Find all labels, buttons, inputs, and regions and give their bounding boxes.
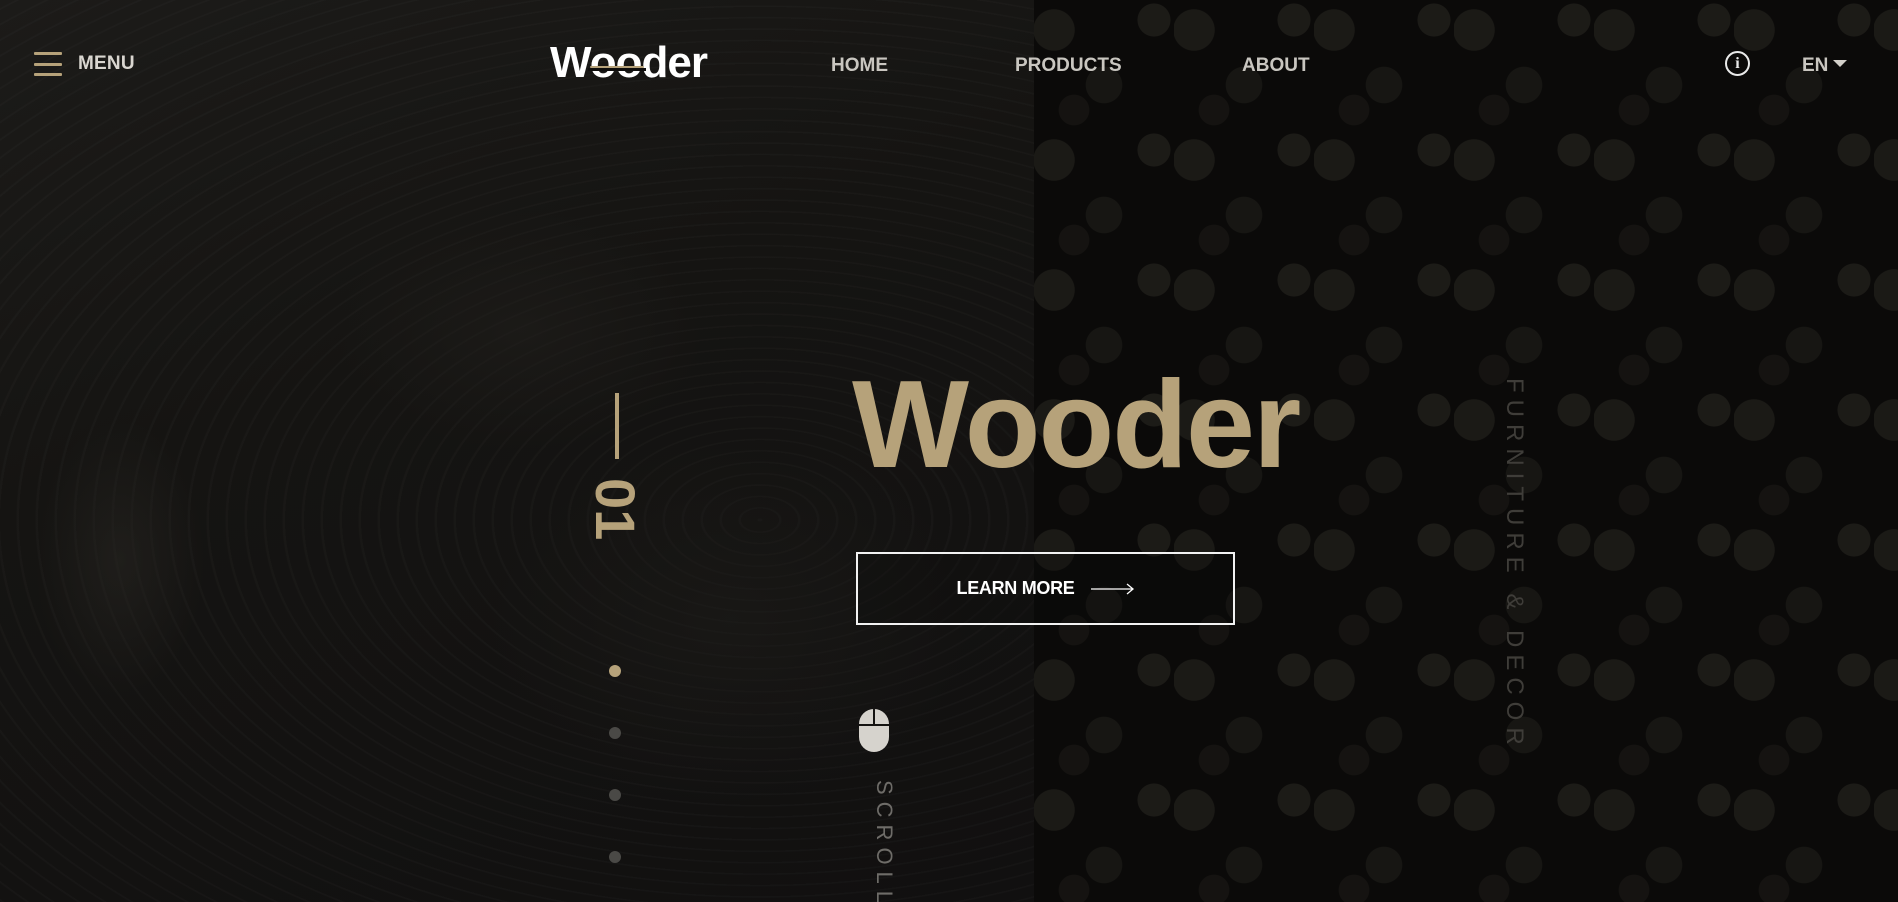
- slide-dot-2[interactable]: [609, 727, 621, 739]
- scroll-label[interactable]: SCROLL: [867, 780, 897, 902]
- hamburger-icon: [34, 50, 62, 78]
- arrow-right-icon: [1090, 583, 1134, 594]
- side-tagline: FURNITURE & DECOR: [1501, 378, 1528, 752]
- slide-number: 01: [584, 478, 647, 541]
- slide-indicator-line: [615, 393, 619, 459]
- learn-more-button[interactable]: LEARN MORE: [856, 552, 1235, 625]
- info-icon-glyph: i: [1735, 54, 1740, 72]
- menu-label: MENU: [78, 53, 135, 74]
- logo-underline-mark: [588, 66, 646, 71]
- language-selector[interactable]: EN: [1802, 53, 1848, 79]
- slide-dot-4[interactable]: [609, 851, 621, 863]
- logo[interactable]: Wooder: [550, 38, 708, 88]
- nav-home[interactable]: HOME: [831, 53, 888, 79]
- hero-title: Wooder: [852, 356, 1301, 494]
- nav-about[interactable]: ABOUT: [1242, 53, 1310, 79]
- slide-dot-3[interactable]: [609, 789, 621, 801]
- slide-dot-1[interactable]: [609, 665, 621, 677]
- mouse-icon: [859, 709, 889, 752]
- hero-section: MENU Wooder HOME PRODUCTS ABOUT i EN 01 …: [0, 0, 1898, 902]
- caret-down-icon: [1833, 59, 1848, 67]
- learn-more-label: LEARN MORE: [956, 578, 1075, 598]
- logo-text: Wooder: [550, 38, 708, 87]
- menu-button[interactable]: MENU: [34, 48, 135, 80]
- nav-products[interactable]: PRODUCTS: [1015, 53, 1122, 79]
- info-icon[interactable]: i: [1725, 51, 1750, 76]
- language-label: EN: [1802, 55, 1829, 76]
